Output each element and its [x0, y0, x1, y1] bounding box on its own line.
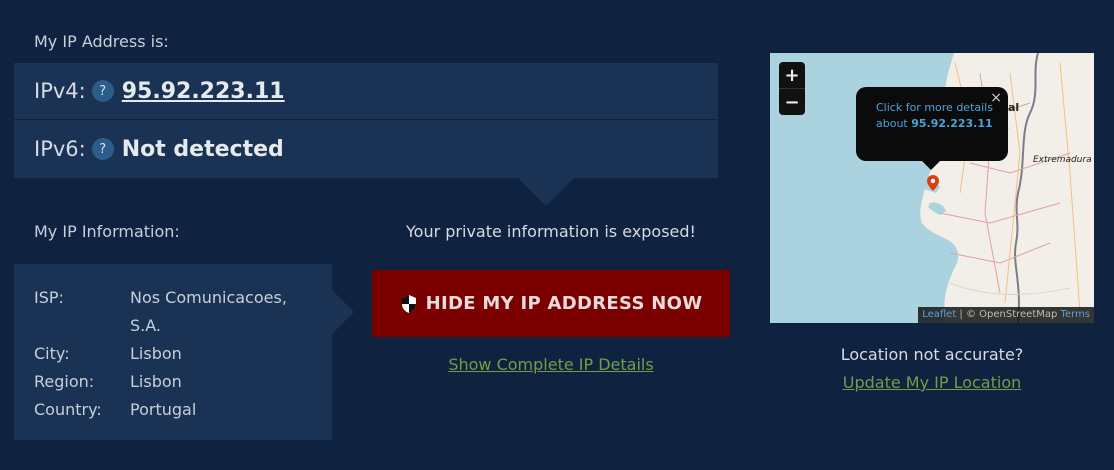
hide-ip-button-label: HIDE MY IP ADDRESS NOW [425, 293, 703, 314]
zoom-in-button[interactable]: + [779, 62, 805, 89]
info-row-isp: ISP: Nos Comunicacoes, S.A. [34, 284, 324, 340]
ipv4-label: IPv4: [34, 79, 86, 103]
info-key: ISP: [34, 288, 64, 307]
terms-link[interactable]: Terms [1061, 309, 1090, 320]
popup-ip: 95.92.223.11 [911, 117, 993, 130]
popup-tip [922, 161, 940, 170]
ip-heading: My IP Address is: [34, 32, 169, 51]
popup-message: Click for more details about 95.92.223.1… [876, 100, 996, 132]
popup-about: about [876, 117, 908, 130]
map-popup[interactable]: Click for more details about 95.92.223.1… [856, 87, 1008, 161]
ipv6-row: IPv6: ? Not detected [14, 120, 718, 178]
isp-value: Nos Comunicacoes, S.A. [130, 288, 287, 335]
location-question: Location not accurate? [840, 345, 1024, 364]
info-row-region: Region: Lisbon [34, 368, 324, 396]
ipv6-help-icon[interactable]: ? [91, 138, 114, 160]
ip-panel-pointer [518, 178, 574, 206]
ip-info-panel: ISP: Nos Comunicacoes, S.A. City: Lisbon… [14, 264, 332, 440]
update-location-link[interactable]: Update My IP Location [843, 373, 1022, 392]
info-row-city: City: Lisbon [34, 340, 324, 368]
map-attribution: Leaflet | © OpenStreetMap Terms [918, 307, 1094, 323]
ipv4-value-link[interactable]: 95.92.223.11 [122, 79, 285, 104]
info-key: Region: [34, 372, 95, 391]
show-details-link[interactable]: Show Complete IP Details [448, 355, 653, 374]
ipv4-help-icon[interactable]: ? [91, 80, 114, 102]
attribution-separator: | © [956, 309, 980, 320]
map-partial-label: al [1008, 101, 1020, 114]
info-value: Portugal [130, 400, 197, 419]
ipv6-label: IPv6: [34, 137, 86, 161]
info-value: Lisbon [130, 344, 182, 363]
info-value: Lisbon [130, 372, 182, 391]
ipv6-value: Not detected [121, 136, 284, 162]
info-row-country: Country: Portugal [34, 396, 324, 424]
info-panel-pointer [332, 290, 354, 334]
update-location-wrap: Update My IP Location [770, 373, 1094, 392]
info-key: City: [34, 344, 70, 363]
shield-icon [401, 294, 416, 313]
info-heading: My IP Information: [34, 222, 180, 241]
details-link-wrap: Show Complete IP Details [372, 355, 730, 374]
info-key: Country: [34, 400, 102, 419]
info-value: Nos Comunicacoes, S.A. [130, 284, 300, 340]
exposed-warning: Your private information is exposed! [406, 222, 696, 241]
zoom-out-button[interactable]: − [779, 89, 805, 115]
ipv4-row: IPv4: ? 95.92.223.11 [14, 63, 718, 119]
map-marker-icon[interactable] [927, 175, 939, 191]
popup-close-icon[interactable]: × [990, 90, 1002, 106]
map-region-label: Extremadura [1033, 155, 1092, 165]
popup-line1: Click for more details [876, 101, 993, 114]
osm-text: OpenStreetMap [979, 309, 1058, 320]
ip-info-list: ISP: Nos Comunicacoes, S.A. City: Lisbon… [34, 284, 324, 424]
location-map[interactable]: Extremadura al + − Click for more detail… [770, 53, 1094, 323]
leaflet-link[interactable]: Leaflet [922, 309, 956, 320]
hide-ip-button[interactable]: HIDE MY IP ADDRESS NOW [372, 270, 730, 337]
